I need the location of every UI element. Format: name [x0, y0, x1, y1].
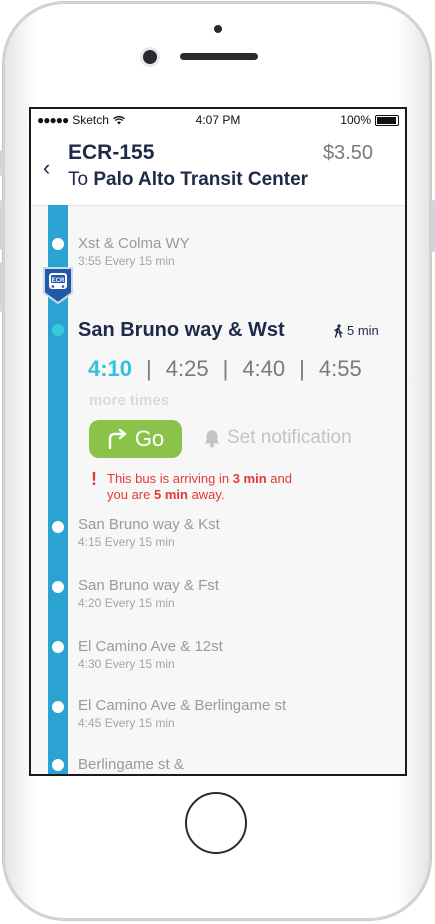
- destination-name: Palo Alto Transit Center: [93, 169, 309, 190]
- stop-name: Berlingame st &: [78, 756, 184, 773]
- stop-frequency: Every 15 min: [104, 657, 175, 671]
- front-camera: [143, 50, 157, 64]
- app-screen: ●●●●● Sketch 4:07 PM 100% ‹ ECR-155 $3.5…: [29, 107, 407, 776]
- bus-location-icon: ECR: [43, 267, 73, 305]
- walking-icon: [334, 323, 343, 338]
- more-times-link[interactable]: more times: [89, 392, 169, 409]
- battery-percent: 100%: [340, 113, 371, 127]
- volume-down-button: [0, 262, 4, 312]
- stop-time: 4:20: [78, 596, 102, 610]
- earpiece-speaker: [180, 53, 258, 60]
- set-notification-button[interactable]: Set notification: [203, 427, 352, 449]
- departure-time[interactable]: 4:25: [166, 356, 209, 382]
- volume-up-button: [0, 200, 4, 250]
- stop-name: El Camino Ave & Berlingame st: [78, 697, 287, 714]
- exclamation-icon: !: [91, 469, 97, 489]
- bell-icon: [204, 429, 220, 448]
- stop-item[interactable]: San Bruno way & Kst 4:15 Every 15 min: [78, 516, 220, 549]
- time-separator: |: [146, 356, 152, 381]
- bus-badge-label: ECR: [52, 278, 65, 284]
- home-button[interactable]: [185, 792, 247, 854]
- stop-name: Xst & Colma WY: [78, 235, 190, 252]
- route-title: ECR-155: [68, 141, 155, 164]
- stop-item[interactable]: Berlingame st &: [78, 756, 184, 773]
- stop-marker: [49, 518, 67, 536]
- walk-time: 5 min: [333, 323, 379, 338]
- set-notification-label: Set notification: [227, 427, 352, 448]
- stop-item[interactable]: El Camino Ave & Berlingame st 4:45 Every…: [78, 697, 286, 730]
- bus-arrival-minutes: 3 min: [232, 471, 267, 486]
- current-stop-marker: [49, 321, 67, 339]
- stop-item[interactable]: El Camino Ave & 12st 4:30 Every 15 min: [78, 638, 223, 671]
- stop-marker: [49, 698, 67, 716]
- stop-marker: [49, 756, 67, 774]
- walk-minutes: 5 min: [347, 323, 379, 338]
- stop-frequency: Every 15 min: [104, 716, 175, 730]
- go-button[interactable]: Go: [89, 420, 182, 458]
- back-icon[interactable]: ‹: [43, 155, 50, 181]
- stop-frequency: Every 15 min: [104, 596, 175, 610]
- mute-switch: [0, 150, 4, 176]
- stop-marker: [49, 235, 67, 253]
- stop-time: 3:55: [78, 254, 102, 268]
- stop-time: 4:15: [78, 535, 102, 549]
- proximity-sensor: [214, 25, 222, 33]
- stop-name: San Bruno way & Kst: [78, 516, 220, 533]
- departure-time-next[interactable]: 4:10: [88, 356, 132, 382]
- departure-time[interactable]: 4:55: [319, 356, 362, 382]
- departure-times: 4:10 | 4:25 | 4:40 | 4:55: [88, 356, 362, 382]
- stop-frequency: Every 15 min: [104, 254, 175, 268]
- stop-item[interactable]: Xst & Colma WY 3:55 Every 15 min: [78, 235, 190, 268]
- user-distance-minutes: 5 min: [153, 487, 188, 502]
- route-header: ‹ ECR-155 $3.50 To Palo Alto Transit Cen…: [31, 131, 405, 206]
- arrival-alert: ! This bus is arriving in 3 min and you …: [91, 469, 292, 502]
- status-bar: ●●●●● Sketch 4:07 PM 100%: [31, 109, 405, 131]
- power-button: [431, 200, 435, 252]
- stop-marker: [49, 578, 67, 596]
- fare-price: $3.50: [322, 142, 373, 164]
- stop-time: 4:30: [78, 657, 102, 671]
- departure-time[interactable]: 4:40: [242, 356, 285, 382]
- time-separator: |: [299, 356, 305, 381]
- time-separator: |: [222, 356, 229, 381]
- stop-item[interactable]: San Bruno way & Fst 4:20 Every 15 min: [78, 577, 219, 610]
- destination-label: To Palo Alto Transit Center: [68, 169, 309, 190]
- stop-name: El Camino Ave & 12st: [78, 638, 223, 655]
- stop-name: San Bruno way & Fst: [78, 577, 219, 594]
- battery-icon: [375, 114, 399, 126]
- turn-right-icon: [108, 429, 127, 449]
- stop-marker: [49, 638, 67, 656]
- go-button-label: Go: [134, 426, 165, 451]
- current-stop-name: San Bruno way & Wst: [78, 319, 285, 341]
- stop-time: 4:45: [78, 716, 102, 730]
- stop-frequency: Every 15 min: [104, 535, 175, 549]
